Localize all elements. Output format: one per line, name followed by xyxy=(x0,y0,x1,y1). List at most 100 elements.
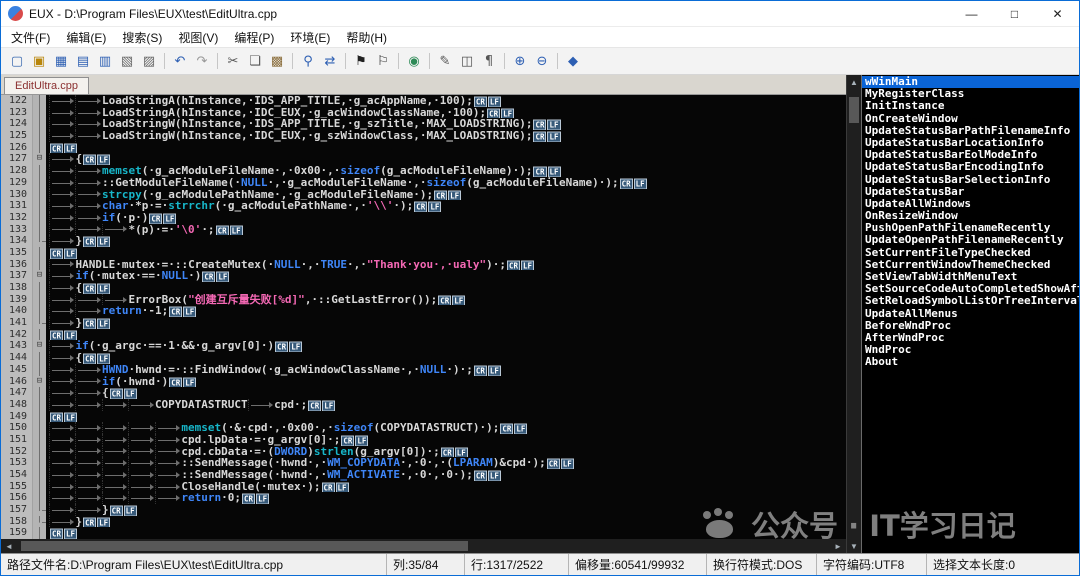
line-number[interactable]: 124 xyxy=(1,118,32,130)
line-number[interactable]: 142 xyxy=(1,329,32,341)
line-number[interactable]: 125 xyxy=(1,130,32,142)
function-list-item-wWinMain[interactable]: wWinMain xyxy=(862,76,1079,88)
menu-item-program[interactable]: 编程(P) xyxy=(226,27,282,47)
menu-item-file[interactable]: 文件(F) xyxy=(3,27,58,47)
redo-icon[interactable]: ↷ xyxy=(192,51,212,71)
horizontal-scrollbar[interactable] xyxy=(1,539,846,553)
minimize-button[interactable]: — xyxy=(950,1,993,26)
line-number[interactable]: 148 xyxy=(1,399,32,411)
line-number[interactable]: 141 xyxy=(1,317,32,329)
scroll-right-arrow-icon[interactable] xyxy=(830,542,846,551)
paste-icon[interactable]: ▩ xyxy=(267,51,287,71)
line-number[interactable]: 139 xyxy=(1,294,32,306)
line-number[interactable]: 152 xyxy=(1,446,32,458)
line-number[interactable]: 137 xyxy=(1,270,32,282)
save-icon[interactable]: ▦ xyxy=(51,51,71,71)
function-list-item-UpdateStatusBarSelectionInfo[interactable]: UpdateStatusBarSelectionInfo xyxy=(862,174,1079,186)
function-list-item-PushOpenPathFilenameRecently[interactable]: PushOpenPathFilenameRecently xyxy=(862,222,1079,234)
vertical-scroll-track[interactable] xyxy=(847,89,861,539)
line-number[interactable]: 158 xyxy=(1,516,32,528)
function-list-item-BeforeWndProc[interactable]: BeforeWndProc xyxy=(862,320,1079,332)
line-number[interactable]: 149 xyxy=(1,411,32,423)
line-number[interactable]: 159 xyxy=(1,527,32,539)
line-number[interactable]: 145 xyxy=(1,364,32,376)
line-number[interactable]: 151 xyxy=(1,434,32,446)
line-number[interactable]: 140 xyxy=(1,305,32,317)
vertical-scroll-thumb[interactable] xyxy=(849,97,859,123)
scroll-up-arrow-icon[interactable] xyxy=(847,75,861,89)
menu-item-help[interactable]: 帮助(H) xyxy=(338,27,395,47)
function-list-item-OnCreateWindow[interactable]: OnCreateWindow xyxy=(862,113,1079,125)
line-number[interactable]: 156 xyxy=(1,492,32,504)
line-number[interactable]: 136 xyxy=(1,259,32,271)
function-list-item-UpdateStatusBarEncodingInfo[interactable]: UpdateStatusBarEncodingInfo xyxy=(862,161,1079,173)
line-number[interactable]: 154 xyxy=(1,469,32,481)
function-list-item-AfterWndProc[interactable]: AfterWndProc xyxy=(862,332,1079,344)
function-list-item-WndProc[interactable]: WndProc xyxy=(862,344,1079,356)
cut-icon[interactable]: ✂ xyxy=(223,51,243,71)
line-number[interactable]: 126 xyxy=(1,142,32,154)
function-list-item-InitInstance[interactable]: InitInstance xyxy=(862,100,1079,112)
function-list-item-SetCurrentFileTypeChecked[interactable]: SetCurrentFileTypeChecked xyxy=(862,247,1079,259)
function-list-item-SetReloadSymbolListOrTreeIntervalMe[interactable]: SetReloadSymbolListOrTreeIntervalMe xyxy=(862,295,1079,307)
menu-item-view[interactable]: 视图(V) xyxy=(170,27,226,47)
function-list-item-UpdateAllWindows[interactable]: UpdateAllWindows xyxy=(862,198,1079,210)
scroll-down-arrow-icon[interactable] xyxy=(847,539,861,553)
line-number[interactable]: 144 xyxy=(1,352,32,364)
line-number[interactable]: 130 xyxy=(1,189,32,201)
line-number[interactable]: 135 xyxy=(1,247,32,259)
line-number[interactable]: 157 xyxy=(1,504,32,516)
function-list-item-UpdateStatusBarEolModeInfo[interactable]: UpdateStatusBarEolModeInfo xyxy=(862,149,1079,161)
save-all-icon[interactable]: ▥ xyxy=(95,51,115,71)
new-file-icon[interactable]: ▢ xyxy=(7,51,27,71)
function-list-item-UpdateStatusBarLocationInfo[interactable]: UpdateStatusBarLocationInfo xyxy=(862,137,1079,149)
line-number[interactable]: 131 xyxy=(1,200,32,212)
vertical-scrollbar[interactable] xyxy=(846,75,861,553)
line-number[interactable]: 133 xyxy=(1,224,32,236)
line-number[interactable]: 147 xyxy=(1,387,32,399)
back-icon[interactable]: ◉ xyxy=(404,51,424,71)
copy-icon[interactable]: ❏ xyxy=(245,51,265,71)
function-list-item-UpdateOpenPathFilenameRecently[interactable]: UpdateOpenPathFilenameRecently xyxy=(862,234,1079,246)
function-list-item-SetViewTabWidthMenuText[interactable]: SetViewTabWidthMenuText xyxy=(862,271,1079,283)
line-number[interactable]: 143 xyxy=(1,340,32,352)
line-number[interactable]: 128 xyxy=(1,165,32,177)
scroll-left-arrow-icon[interactable] xyxy=(1,542,17,551)
function-list-item-OnResizeWindow[interactable]: OnResizeWindow xyxy=(862,210,1079,222)
line-number[interactable]: 129 xyxy=(1,177,32,189)
open-file-icon[interactable]: ▣ xyxy=(29,51,49,71)
maximize-button[interactable]: □ xyxy=(993,1,1036,26)
edit-mode-icon[interactable]: ✎ xyxy=(435,51,455,71)
replace-icon[interactable]: ⇄ xyxy=(320,51,340,71)
function-list-item-UpdateStatusBarPathFilenameInfo[interactable]: UpdateStatusBarPathFilenameInfo xyxy=(862,125,1079,137)
line-number[interactable]: 155 xyxy=(1,481,32,493)
zoom-in-icon[interactable]: ⊕ xyxy=(510,51,530,71)
code-editor[interactable]: 122LoadStringA(hInstance,·IDS_APP_TITLE,… xyxy=(1,95,846,539)
line-number[interactable]: 138 xyxy=(1,282,32,294)
close-button[interactable]: ✕ xyxy=(1036,1,1079,26)
find-icon[interactable]: ⚲ xyxy=(298,51,318,71)
split-window-icon[interactable]: ◫ xyxy=(457,51,477,71)
fold-toggle-icon[interactable]: ⊟ xyxy=(32,376,46,388)
line-number[interactable]: 146 xyxy=(1,376,32,388)
function-list-item-SetCurrentWindowThemeChecked[interactable]: SetCurrentWindowThemeChecked xyxy=(862,259,1079,271)
compare-icon[interactable]: ◆ xyxy=(563,51,583,71)
menu-item-environment[interactable]: 环境(E) xyxy=(282,27,338,47)
line-number[interactable]: 127 xyxy=(1,153,32,165)
show-whitespace-icon[interactable]: ¶ xyxy=(479,51,499,71)
function-list-item-About[interactable]: About xyxy=(862,356,1079,368)
function-list-item-MyRegisterClass[interactable]: MyRegisterClass xyxy=(862,88,1079,100)
line-number[interactable]: 122 xyxy=(1,95,32,107)
horizontal-scroll-track[interactable] xyxy=(17,539,830,553)
function-list-item-UpdateStatusBar[interactable]: UpdateStatusBar xyxy=(862,186,1079,198)
fold-toggle-icon[interactable]: ⊟ xyxy=(32,153,46,165)
menu-item-search[interactable]: 搜索(S) xyxy=(114,27,170,47)
bookmark-icon[interactable]: ⚑ xyxy=(351,51,371,71)
menu-item-edit[interactable]: 编辑(E) xyxy=(58,27,114,47)
line-number[interactable]: 153 xyxy=(1,457,32,469)
line-number[interactable]: 150 xyxy=(1,422,32,434)
function-list-item-UpdateAllMenus[interactable]: UpdateAllMenus xyxy=(862,308,1079,320)
print-icon[interactable]: ▨ xyxy=(139,51,159,71)
tab-editultra-cpp[interactable]: EditUltra.cpp xyxy=(4,77,89,94)
horizontal-scroll-thumb[interactable] xyxy=(21,541,468,551)
